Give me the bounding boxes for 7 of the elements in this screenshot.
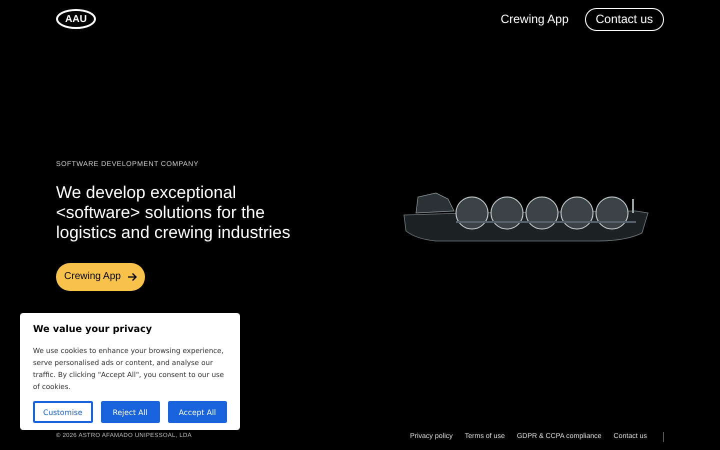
cta-button[interactable]: Crewing App [56,262,145,290]
contact-button[interactable]: Contact us [584,8,664,30]
nav-link[interactable]: Crewing App [496,10,573,28]
arrow-right-icon [126,272,137,282]
cookie-title: We value your privacy [33,323,153,337]
logo[interactable]: AAU [56,9,96,29]
hero-heading: We develop exceptional <software> solutions for the logistics and crewing industries [56,182,292,242]
